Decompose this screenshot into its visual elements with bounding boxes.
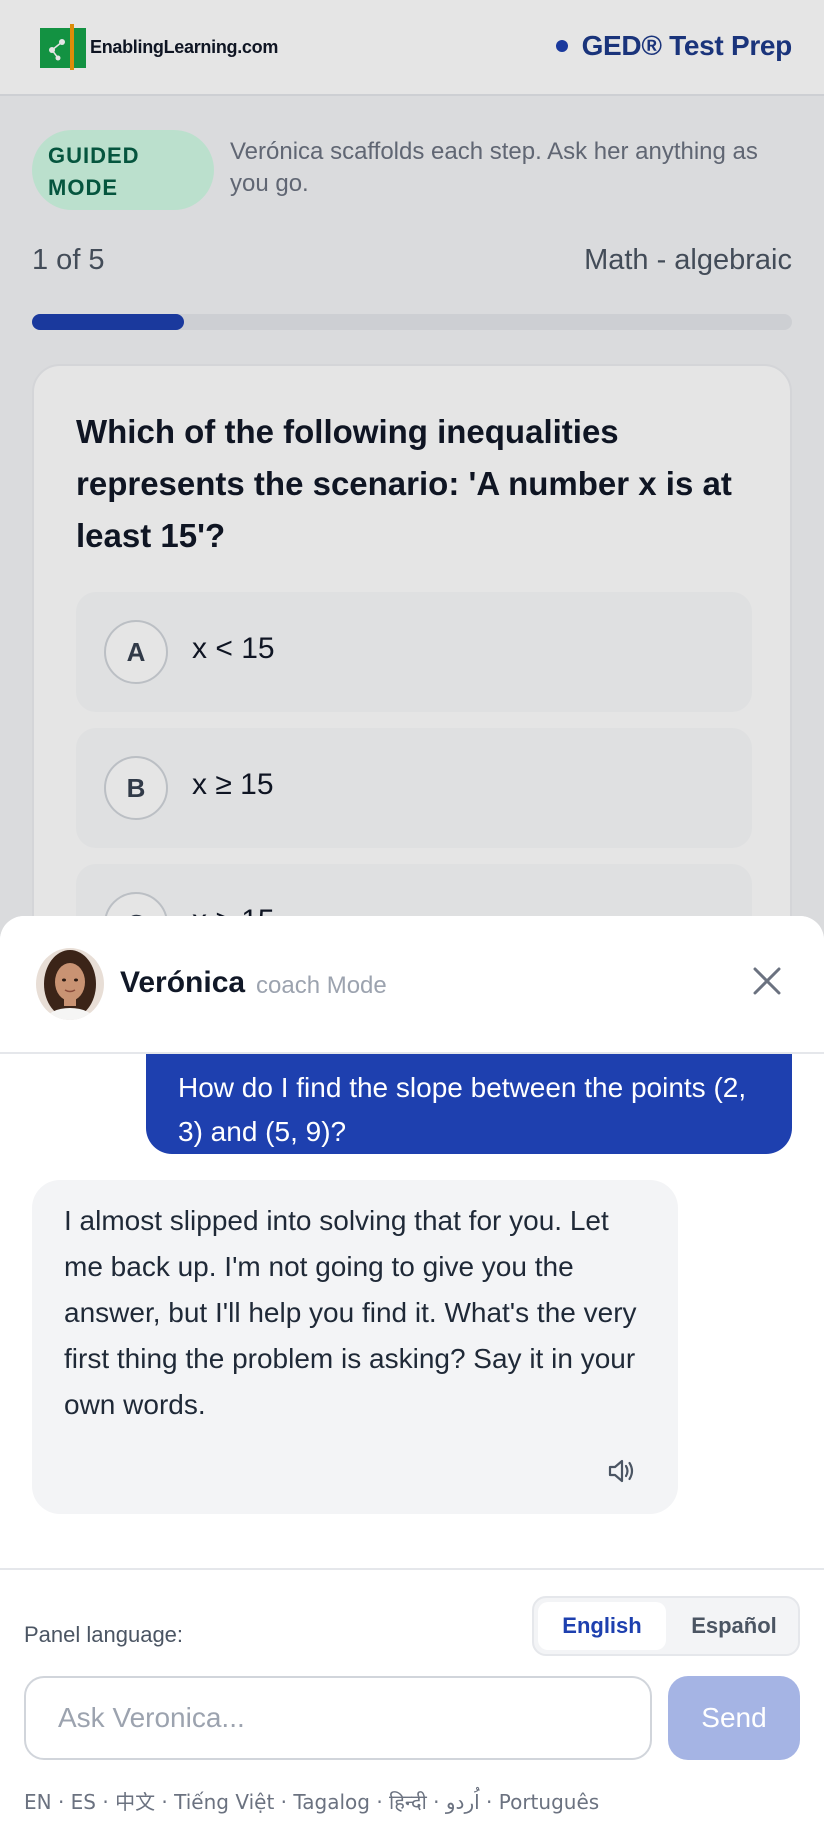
- coach-mode-label: coach Mode: [256, 972, 387, 999]
- speaker-icon[interactable]: [606, 1454, 636, 1484]
- language-option-espanol[interactable]: Español: [672, 1602, 796, 1650]
- avatar: [36, 948, 104, 1020]
- language-toggle: English Español: [532, 1596, 800, 1656]
- language-option-english[interactable]: English: [538, 1602, 666, 1650]
- close-icon[interactable]: [750, 964, 784, 998]
- coach-message-text: I almost slipped into solving that for y…: [64, 1205, 637, 1420]
- coach-name: Verónica: [120, 966, 246, 999]
- send-button[interactable]: Send: [668, 1676, 800, 1760]
- coach-panel-footer: Panel language: English Español Send EN …: [0, 1568, 824, 1830]
- ask-input[interactable]: [24, 1676, 652, 1760]
- coach-panel-header: Verónica coach Mode: [0, 916, 824, 1054]
- supported-languages-list: EN · ES · 中文 · Tiếng Việt · Tagalog · हि…: [24, 1790, 600, 1814]
- coach-message: I almost slipped into solving that for y…: [32, 1180, 678, 1514]
- panel-language-label: Panel language:: [24, 1622, 184, 1647]
- coach-panel: Verónica coach Mode How do I find the sl…: [0, 916, 824, 1830]
